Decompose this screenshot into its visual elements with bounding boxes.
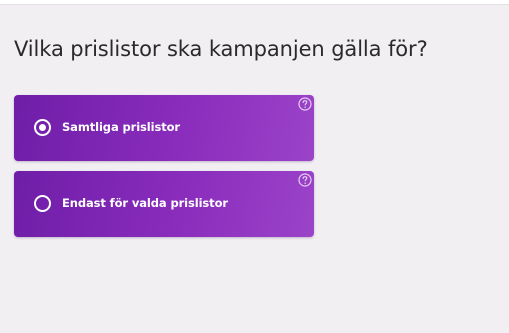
option-selected-pricelists[interactable]: Endast för valda prislistor xyxy=(14,171,314,237)
question-circle-icon[interactable] xyxy=(298,173,312,187)
question-circle-icon[interactable] xyxy=(298,97,312,111)
option-all-pricelists[interactable]: Samtliga prislistor xyxy=(14,95,314,161)
radio-selected[interactable] xyxy=(34,119,51,136)
top-bar xyxy=(0,0,509,5)
option-label: Endast för valda prislistor xyxy=(62,196,228,210)
radio-unselected[interactable] xyxy=(34,195,51,212)
question-title: Vilka prislistor ska kampanjen gälla för… xyxy=(14,37,428,61)
option-label: Samtliga prislistor xyxy=(62,120,180,134)
